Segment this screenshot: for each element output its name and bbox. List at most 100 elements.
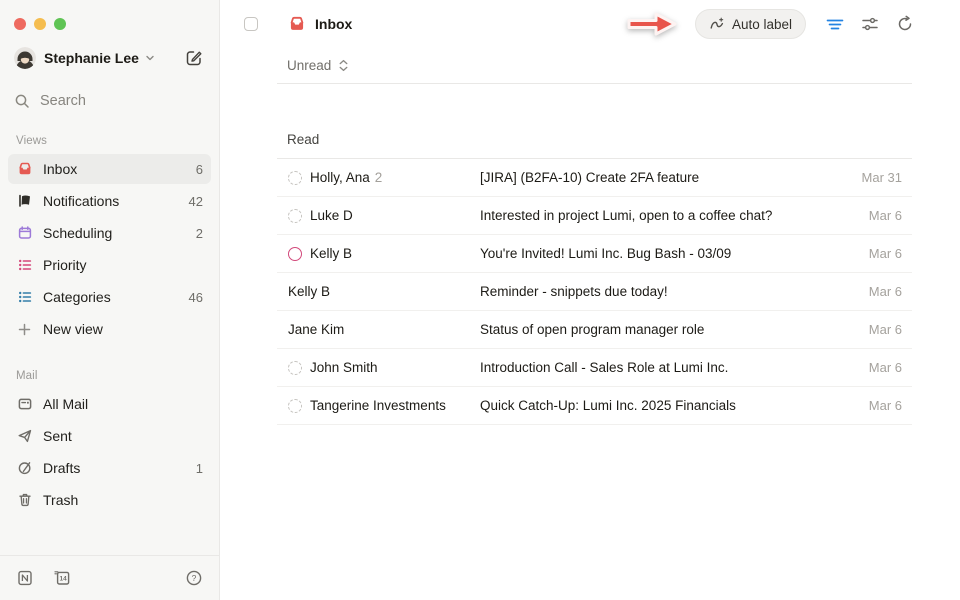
sidebar-item-label: Priority: [43, 257, 87, 273]
mail-date: Mar 6: [869, 360, 902, 375]
sidebar-item-sent[interactable]: Sent: [8, 421, 211, 451]
sidebar-item-drafts[interactable]: Drafts 1: [8, 453, 211, 483]
read-section-label: Read: [277, 84, 912, 159]
profile-name: Stephanie Lee: [44, 50, 139, 66]
sender-name: Jane Kim: [288, 322, 344, 337]
sidebar-item-label: Inbox: [43, 161, 77, 177]
refresh-icon[interactable]: [896, 15, 914, 33]
unsubscribe-status-icon[interactable]: [288, 171, 302, 185]
mail-subject: Status of open program manager role: [480, 322, 857, 337]
compose-button[interactable]: [185, 49, 203, 67]
mail-list: Unread Read Holly, Ana 2 [JIRA] (B2FA-10…: [277, 48, 912, 425]
mail-section-label: Mail: [16, 370, 203, 382]
plus-icon: [16, 321, 33, 338]
all-mail-icon: [16, 396, 33, 413]
sidebar-item-label: Notifications: [43, 193, 119, 209]
notion-calendar-icon[interactable]: 14: [52, 569, 71, 587]
sender-name: Holly, Ana: [310, 170, 370, 185]
header-actions: Auto label: [625, 8, 914, 40]
mail-date: Mar 6: [869, 322, 902, 337]
trash-icon: [16, 492, 33, 509]
mail-subject: Interested in project Lumi, open to a co…: [480, 208, 857, 223]
view-title-label: Inbox: [315, 16, 352, 32]
mail-date: Mar 6: [869, 398, 902, 413]
search-label: Search: [40, 93, 86, 109]
priority-icon: [16, 257, 33, 274]
mail-row[interactable]: Tangerine Investments Quick Catch-Up: Lu…: [277, 387, 912, 425]
mail-subject: Reminder - snippets due today!: [480, 284, 857, 299]
filter-icon[interactable]: [826, 15, 844, 33]
unsubscribe-status-icon[interactable]: [288, 209, 302, 223]
mail-row[interactable]: John Smith Introduction Call - Sales Rol…: [277, 349, 912, 387]
sidebar-item-label: Categories: [43, 289, 111, 305]
unread-count-badge: 6: [196, 162, 203, 177]
sidebar-item-label: Scheduling: [43, 225, 112, 241]
mail-row[interactable]: Holly, Ana 2 [JIRA] (B2FA-10) Create 2FA…: [277, 159, 912, 197]
list-header: Inbox Auto label: [220, 0, 960, 48]
auto-label-button[interactable]: Auto label: [695, 9, 806, 39]
count-badge: 42: [189, 194, 203, 209]
sidebar-item-trash[interactable]: Trash: [8, 485, 211, 515]
mail-row[interactable]: Luke D Interested in project Lumi, open …: [277, 197, 912, 235]
sender-name: Tangerine Investments: [310, 398, 446, 413]
mail-row[interactable]: Kelly B Reminder - snippets due today! M…: [277, 273, 912, 311]
profile-switcher[interactable]: Stephanie Lee: [0, 47, 219, 69]
unsubscribe-status-icon[interactable]: [288, 247, 302, 261]
drafts-icon: [16, 460, 33, 477]
svg-text:?: ?: [192, 573, 197, 583]
scheduling-icon: [16, 225, 33, 242]
mail-row[interactable]: Jane Kim Status of open program manager …: [277, 311, 912, 349]
select-all-checkbox[interactable]: [244, 17, 258, 31]
sidebar-item-all-mail[interactable]: All Mail: [8, 389, 211, 419]
count-badge: 46: [189, 290, 203, 305]
notion-logo-icon[interactable]: [16, 569, 34, 587]
avatar: [14, 47, 36, 69]
sidebar-item-categories[interactable]: Categories 46: [8, 282, 211, 312]
mail-subject: Introduction Call - Sales Role at Lumi I…: [480, 360, 857, 375]
inbox-icon: [16, 161, 33, 178]
sidebar-item-label: Drafts: [43, 460, 80, 476]
unsubscribe-status-icon[interactable]: [288, 361, 302, 375]
views-section-label: Views: [16, 135, 203, 147]
sort-arrows-icon: [338, 59, 349, 72]
sender-name: John Smith: [310, 360, 378, 375]
sidebar-item-priority[interactable]: Priority: [8, 250, 211, 280]
sidebar-item-label: All Mail: [43, 396, 88, 412]
sidebar-item-new-view[interactable]: New view: [8, 314, 211, 344]
close-window-button[interactable]: [14, 18, 26, 30]
header-icon-group: [826, 15, 914, 33]
help-icon[interactable]: ?: [185, 569, 203, 587]
unread-sort-control[interactable]: Unread: [277, 48, 912, 84]
mail-date: Mar 6: [869, 208, 902, 223]
thread-count: 2: [375, 170, 383, 185]
sender-name: Kelly B: [288, 284, 330, 299]
sidebar-item-label: New view: [43, 321, 103, 337]
mail-subject: You're Invited! Lumi Inc. Bug Bash - 03/…: [480, 246, 857, 261]
sidebar-item-scheduling[interactable]: Scheduling 2: [8, 218, 211, 248]
window-controls: [0, 0, 219, 30]
mail-date: Mar 6: [869, 284, 902, 299]
sidebar-item-notifications[interactable]: Notifications 42: [8, 186, 211, 216]
sidebar-item-inbox[interactable]: Inbox 6: [8, 154, 211, 184]
red-arrow-annotation: [625, 8, 679, 40]
sender-name: Luke D: [310, 208, 353, 223]
count-badge: 2: [196, 226, 203, 241]
unread-section-label: Unread: [287, 58, 331, 73]
mail-row[interactable]: Kelly B You're Invited! Lumi Inc. Bug Ba…: [277, 235, 912, 273]
display-settings-icon[interactable]: [861, 15, 879, 33]
svg-text:14: 14: [60, 576, 68, 583]
view-title: Inbox: [288, 15, 352, 33]
unsubscribe-status-icon[interactable]: [288, 399, 302, 413]
mail-date: Mar 31: [862, 170, 902, 185]
sidebar: Stephanie Lee Search Views Inbox 6: [0, 0, 220, 600]
mail-list-pane: Inbox Auto label: [220, 0, 960, 600]
sent-icon: [16, 428, 33, 445]
minimize-window-button[interactable]: [34, 18, 46, 30]
zoom-window-button[interactable]: [54, 18, 66, 30]
mail-date: Mar 6: [869, 246, 902, 261]
search-button[interactable]: Search: [0, 93, 219, 109]
search-icon: [14, 93, 30, 109]
sidebar-item-label: Trash: [43, 492, 78, 508]
auto-label-icon: [709, 16, 725, 32]
sidebar-footer: 14 ?: [0, 555, 219, 600]
